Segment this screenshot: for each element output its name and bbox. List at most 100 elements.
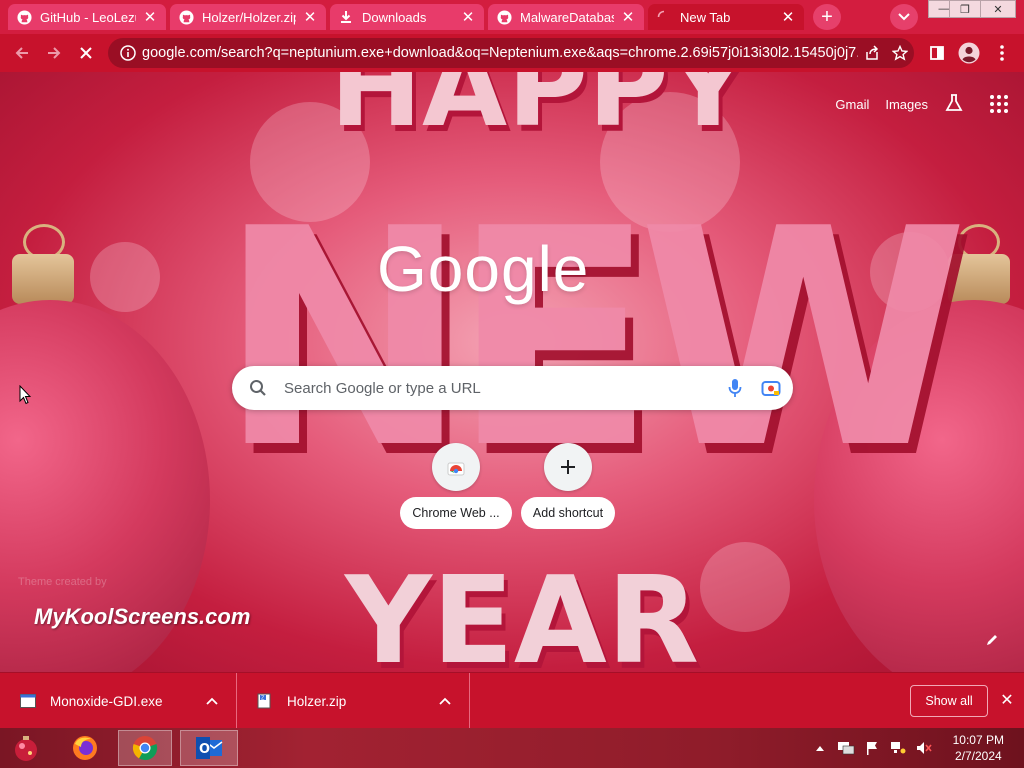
voice-search-icon[interactable] (721, 378, 749, 398)
plus-icon (544, 443, 592, 491)
mouse-cursor (19, 384, 32, 410)
tab-holzer-zip[interactable]: Holzer/Holzer.zip ✕ (170, 4, 326, 30)
stop-loading-button[interactable] (73, 40, 99, 66)
labs-flask-icon (945, 93, 963, 111)
zip-file-icon: Z (257, 693, 273, 709)
tab-title: MalwareDatabase (520, 9, 614, 25)
shortcut-label: Chrome Web ... (400, 497, 512, 529)
add-shortcut-button[interactable]: Add shortcut (512, 443, 624, 529)
tab-close-icon[interactable]: ✕ (620, 9, 636, 26)
start-button[interactable] (4, 730, 48, 766)
svg-text:Z: Z (261, 696, 265, 702)
arrow-left-icon (15, 47, 28, 59)
taskbar: O 10:07 PM 2/7/2024 (0, 728, 1024, 768)
tab-close-icon[interactable]: ✕ (142, 9, 158, 26)
taskbar-outlook[interactable]: O (180, 730, 238, 766)
tab-title: Downloads (362, 9, 427, 25)
url-text[interactable]: google.com/search?q=neptunium.exe+downlo… (142, 45, 858, 61)
taskbar-chrome[interactable] (118, 730, 172, 766)
bookmark-star-icon[interactable] (886, 45, 914, 61)
chrome-icon (132, 736, 158, 761)
network-icon[interactable] (836, 741, 856, 755)
shortcut-chrome-web-store[interactable]: Chrome Web ... (400, 443, 512, 529)
browser-toolbar: google.com/search?q=neptunium.exe+downlo… (0, 34, 1024, 72)
search-icon (232, 379, 284, 397)
side-panel-button[interactable] (924, 40, 950, 66)
ornament-start-icon (15, 736, 37, 761)
arrow-right-icon (48, 47, 61, 59)
close-download-shelf-button[interactable]: ✕ (996, 689, 1018, 711)
new-tab-button[interactable]: + (813, 4, 841, 30)
tab-strip: GitHub - LeoLezu ✕ Holzer/Holzer.zip ✕ D… (0, 0, 1024, 34)
chevron-down-icon (898, 13, 910, 21)
address-bar[interactable]: google.com/search?q=neptunium.exe+downlo… (108, 38, 914, 68)
clock-date: 2/7/2024 (954, 749, 1002, 763)
header-links: Gmail Images (835, 90, 1024, 118)
back-button[interactable] (9, 40, 35, 66)
show-all-downloads-button[interactable]: Show all (910, 685, 988, 717)
images-link[interactable]: Images (885, 97, 928, 112)
system-tray: 10:07 PM 2/7/2024 (807, 728, 1024, 768)
close-icon (80, 47, 92, 59)
svg-text:O: O (199, 742, 210, 757)
download-shelf: Monoxide-GDI.exe Z Holzer.zip Show all ✕ (0, 672, 1024, 729)
chevron-up-icon[interactable] (202, 697, 222, 705)
chevron-up-icon[interactable] (435, 697, 455, 705)
theme-watermark: MyKoolScreens.com (34, 604, 251, 629)
tab-github-leolezu[interactable]: GitHub - LeoLezu ✕ (8, 4, 166, 30)
network-status-icon[interactable] (888, 741, 908, 755)
clock-time: 10:07 PM (952, 733, 1004, 747)
download-item[interactable]: Z Holzer.zip (237, 673, 470, 729)
firefox-icon (73, 736, 97, 760)
github-icon (178, 9, 194, 25)
search-input[interactable] (284, 379, 721, 397)
restore-button[interactable]: ❐ (949, 0, 981, 18)
download-icon (338, 9, 354, 25)
forward-button[interactable] (41, 40, 67, 66)
outlook-icon: O (196, 737, 223, 759)
tab-title: Holzer/Holzer.zip (202, 9, 296, 25)
tab-title: GitHub - LeoLezu (40, 9, 136, 25)
happy-letters: HAPPY (330, 72, 749, 151)
tab-close-icon[interactable]: ✕ (302, 9, 318, 26)
loading-spinner-icon (656, 9, 672, 25)
tab-close-icon[interactable]: ✕ (780, 9, 796, 26)
tab-new-tab[interactable]: New Tab ✕ (648, 4, 804, 30)
search-box[interactable] (232, 366, 793, 410)
download-filename: Holzer.zip (287, 693, 347, 709)
tab-search-button[interactable] (890, 4, 918, 30)
tab-malwaredatabase[interactable]: MalwareDatabase ✕ (488, 4, 644, 30)
chevron-up-icon[interactable] (810, 745, 830, 751)
download-item[interactable]: Monoxide-GDI.exe (0, 673, 237, 729)
year-letters: YEAR (345, 552, 700, 673)
tab-title: New Tab (680, 9, 731, 25)
shortcut-label: Add shortcut (520, 497, 616, 529)
clock[interactable]: 10:07 PM 2/7/2024 (953, 732, 1004, 764)
exe-file-icon (20, 694, 36, 708)
labs-button[interactable] (944, 93, 964, 116)
action-center-flag-icon[interactable] (862, 741, 882, 755)
github-icon (16, 9, 32, 25)
volume-muted-icon[interactable] (914, 741, 934, 755)
side-panel-icon (930, 46, 944, 60)
menu-button[interactable] (989, 40, 1015, 66)
avatar-icon (958, 42, 980, 64)
google-apps-icon[interactable] (990, 95, 1008, 113)
google-logo: Google (377, 233, 590, 305)
chrome-webstore-icon (432, 443, 480, 491)
profile-button[interactable] (956, 40, 982, 66)
close-window-button[interactable]: ✕ (980, 0, 1016, 18)
taskbar-firefox[interactable] (62, 730, 108, 766)
tab-downloads[interactable]: Downloads ✕ (330, 4, 484, 30)
download-filename: Monoxide-GDI.exe (50, 693, 163, 709)
gmail-link[interactable]: Gmail (835, 97, 869, 112)
share-icon[interactable] (858, 45, 886, 61)
new-tab-page: HAPPY NEW YEAR Gmail Images Google Chrom… (0, 72, 1024, 672)
customize-chrome-button[interactable] (980, 628, 1004, 652)
pencil-icon (987, 635, 997, 645)
github-icon (496, 9, 512, 25)
tab-close-icon[interactable]: ✕ (460, 9, 476, 26)
theme-credit[interactable]: Theme created by (18, 576, 107, 588)
site-info-icon[interactable] (114, 45, 142, 61)
lens-camera-icon[interactable] (757, 379, 785, 397)
